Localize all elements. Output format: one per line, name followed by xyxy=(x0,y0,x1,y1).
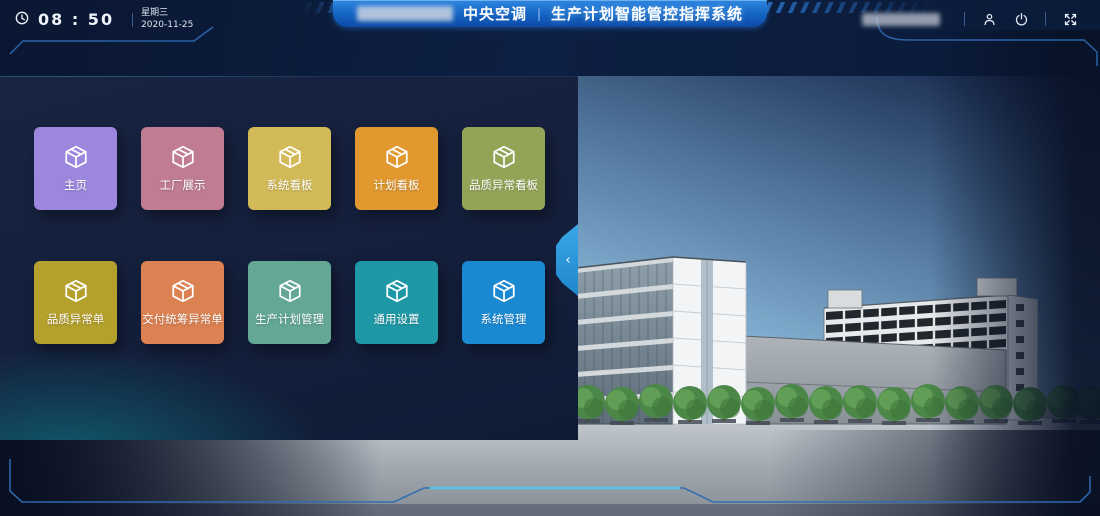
bottom-right-dark-fade xyxy=(770,430,1100,516)
user-group xyxy=(862,10,1086,28)
menu-tile-8[interactable]: 通用设置 xyxy=(355,261,438,344)
fullscreen-icon[interactable] xyxy=(1061,10,1079,28)
menu-tile-4[interactable]: 品质异常看板 xyxy=(462,127,545,210)
app-window: 主页 工厂展示 xyxy=(0,0,1100,516)
weekday-label: 星期三 xyxy=(141,8,193,20)
menu-tile-label: 品质异常看板 xyxy=(469,177,538,193)
page-title: 生产计划智能管控指挥系统 xyxy=(551,3,743,24)
chevron-left-icon: ‹ xyxy=(565,254,570,267)
menu-tile-label: 交付统筹异常单 xyxy=(142,311,223,327)
cube-icon xyxy=(277,144,303,170)
cube-icon xyxy=(63,278,89,304)
menu-tile-5[interactable]: 品质异常单 xyxy=(34,261,117,344)
top-bar: 08 : 50 星期三 2020-11-25 中央空调 | 生产计划智能管控指挥… xyxy=(0,0,1100,34)
user-divider-1 xyxy=(964,12,965,26)
menu-tile-9[interactable]: 系统管理 xyxy=(462,261,545,344)
clock-group: 08 : 50 星期三 2020-11-25 xyxy=(14,8,193,31)
menu-tile-6[interactable]: 交付统筹异常单 xyxy=(141,261,224,344)
user-divider-2 xyxy=(1045,12,1046,26)
menu-tile-0[interactable]: 主页 xyxy=(34,127,117,210)
cube-icon xyxy=(491,278,517,304)
clock-icon xyxy=(14,10,30,30)
power-icon[interactable] xyxy=(1012,10,1030,28)
cube-icon xyxy=(63,144,89,170)
menu-tile-label: 生产计划管理 xyxy=(255,311,324,327)
title-separator: | xyxy=(537,7,541,21)
cube-icon xyxy=(384,144,410,170)
cube-icon xyxy=(491,144,517,170)
clock-divider xyxy=(132,13,133,27)
menu-tile-label: 工厂展示 xyxy=(160,177,206,193)
cube-icon xyxy=(170,278,196,304)
date-block: 星期三 2020-11-25 xyxy=(141,8,193,31)
menu-tile-grid: 主页 工厂展示 xyxy=(34,127,554,344)
redacted-logo xyxy=(357,6,453,21)
user-icon[interactable] xyxy=(980,10,998,28)
brand-label: 中央空调 xyxy=(463,3,527,24)
cube-icon xyxy=(170,144,196,170)
redacted-username xyxy=(862,13,940,26)
menu-tile-label: 品质异常单 xyxy=(47,311,105,327)
menu-tile-2[interactable]: 系统看板 xyxy=(248,127,331,210)
main-menu-panel: 主页 工厂展示 xyxy=(0,76,578,440)
clock-time: 08 : 50 xyxy=(38,10,114,29)
menu-tile-label: 主页 xyxy=(64,177,87,193)
cube-icon xyxy=(277,278,303,304)
menu-tile-label: 计划看板 xyxy=(374,177,420,193)
menu-tile-label: 系统管理 xyxy=(481,311,527,327)
menu-tile-1[interactable]: 工厂展示 xyxy=(141,127,224,210)
menu-tile-label: 系统看板 xyxy=(267,177,313,193)
menu-tile-label: 通用设置 xyxy=(374,311,420,327)
menu-tile-3[interactable]: 计划看板 xyxy=(355,127,438,210)
date-label: 2020-11-25 xyxy=(141,20,193,32)
cube-icon xyxy=(384,278,410,304)
title-banner: 中央空调 | 生产计划智能管控指挥系统 xyxy=(333,0,767,27)
bottom-left-dark-fade xyxy=(0,440,380,516)
menu-tile-7[interactable]: 生产计划管理 xyxy=(248,261,331,344)
